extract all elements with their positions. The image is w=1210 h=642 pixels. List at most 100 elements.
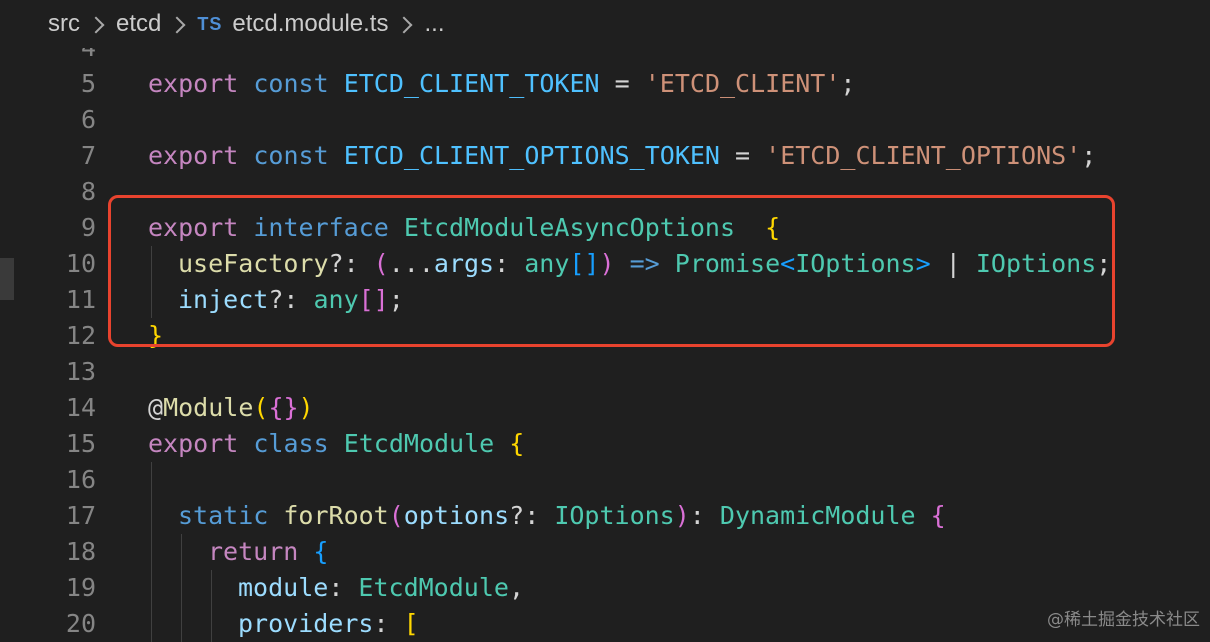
- code-token: inject: [178, 285, 269, 314]
- line-number: 12: [65, 321, 96, 350]
- code-line[interactable]: 15 export class EtcdModule {: [0, 426, 1210, 462]
- line-number: 8: [80, 177, 96, 206]
- code-token: >: [915, 249, 931, 278]
- code-token: ?:: [328, 249, 374, 278]
- code-token: []: [569, 249, 600, 278]
- code-token: export: [148, 69, 239, 98]
- code-line[interactable]: 5 export const ETCD_CLIENT_TOKEN = 'ETCD_…: [0, 66, 1210, 102]
- breadcrumb-item-more[interactable]: ...: [424, 10, 444, 38]
- code-token: IOptions: [795, 249, 916, 278]
- line-number: 5: [80, 69, 96, 98]
- code-token: 'ETCD_CLIENT_OPTIONS': [765, 141, 1082, 170]
- code-line[interactable]: 19 module: EtcdModule,: [0, 570, 1210, 606]
- code-token: const: [253, 69, 329, 98]
- indent-guide: [181, 606, 182, 642]
- code-token: export: [148, 429, 239, 458]
- code-text: return {: [208, 534, 328, 570]
- indent-guide: [151, 282, 152, 318]
- chevron-right-icon: [168, 16, 186, 34]
- code-token: ): [674, 501, 690, 530]
- code-line[interactable]: 17 static forRoot(options?: IOptions): Dy…: [0, 498, 1210, 534]
- code-text: export const ETCD_CLIENT_TOKEN = 'ETCD_C…: [148, 66, 855, 102]
- code-token: IOptions: [975, 249, 1097, 278]
- breadcrumb-item-file[interactable]: etcd.module.ts: [232, 10, 388, 38]
- code-line[interactable]: 12}: [0, 318, 1210, 354]
- code-token: providers: [238, 609, 374, 638]
- code-token: [: [403, 609, 419, 638]
- code-token: EtcdModule: [358, 573, 509, 602]
- code-token: Module: [163, 393, 254, 422]
- code-token: ?:: [268, 285, 314, 314]
- breadcrumb-item-etcd[interactable]: etcd: [116, 10, 161, 38]
- code-token: any: [313, 285, 359, 314]
- code-token: ;: [1081, 141, 1097, 170]
- code-line[interactable]: 7 export const ETCD_CLIENT_OPTIONS_TOKEN …: [0, 138, 1210, 174]
- code-token: interface: [253, 213, 389, 242]
- code-editor[interactable]: 45export const ETCD_CLIENT_TOKEN = 'ETCD…: [0, 0, 1210, 642]
- code-token: {: [313, 537, 329, 566]
- line-number: 9: [80, 213, 96, 242]
- code-token: EtcdModuleAsyncOptions: [403, 213, 736, 242]
- code-text: inject?: any[];: [178, 282, 404, 318]
- line-number: 20: [65, 609, 96, 638]
- code-token: module: [238, 573, 329, 602]
- code-token: ?:: [509, 501, 555, 530]
- code-token: (: [373, 249, 389, 278]
- code-text: providers: [: [238, 606, 419, 642]
- code-token: ;: [1096, 249, 1112, 278]
- code-token: {: [509, 429, 525, 458]
- code-token: {: [930, 501, 946, 530]
- code-line[interactable]: 14 @Module({}): [0, 390, 1210, 426]
- code-text: }: [148, 318, 163, 354]
- line-number: 6: [80, 105, 96, 134]
- code-token: {}: [268, 393, 299, 422]
- code-line[interactable]: 10 useFactory?: (...args: any[]) => Promi…: [0, 246, 1210, 282]
- code-token: any: [524, 249, 570, 278]
- code-token: ): [298, 393, 314, 422]
- code-token: options: [403, 501, 510, 530]
- code-line[interactable]: 6: [0, 102, 1210, 138]
- code-line[interactable]: 9 export interface EtcdModuleAsyncOptions…: [0, 210, 1210, 246]
- code-token: ...: [388, 249, 434, 278]
- indent-guide: [151, 498, 152, 534]
- line-number: 7: [80, 141, 96, 170]
- code-token: []: [358, 285, 389, 314]
- indent-guide: [211, 570, 212, 606]
- code-line[interactable]: 13: [0, 354, 1210, 390]
- code-line[interactable]: 11 inject?: any[];: [0, 282, 1210, 318]
- code-line[interactable]: 18 return {: [0, 534, 1210, 570]
- code-line[interactable]: 20 providers: [: [0, 606, 1210, 642]
- code-line[interactable]: 8: [0, 174, 1210, 210]
- code-token: @: [148, 393, 164, 422]
- typescript-file-icon: TS: [197, 13, 223, 34]
- line-number: 14: [65, 393, 96, 422]
- indent-guide: [211, 606, 212, 642]
- line-number: 15: [65, 429, 96, 458]
- indent-guide: [181, 570, 182, 606]
- code-text: export interface EtcdModuleAsyncOptions …: [148, 210, 780, 246]
- code-token: :: [689, 501, 720, 530]
- code-line[interactable]: 16: [0, 462, 1210, 498]
- code-text: static forRoot(options?: IOptions): Dyna…: [178, 498, 946, 534]
- code-token: |: [930, 249, 976, 278]
- breadcrumb-item-src[interactable]: src: [48, 10, 80, 38]
- code-token: :: [328, 573, 359, 602]
- code-token: <: [780, 249, 796, 278]
- code-token: DynamicModule: [719, 501, 916, 530]
- line-number: 19: [65, 573, 96, 602]
- indent-guide: [151, 570, 152, 606]
- code-token: args: [433, 249, 495, 278]
- chevron-right-icon: [87, 16, 105, 34]
- line-number: 17: [65, 501, 96, 530]
- code-token: return: [208, 537, 299, 566]
